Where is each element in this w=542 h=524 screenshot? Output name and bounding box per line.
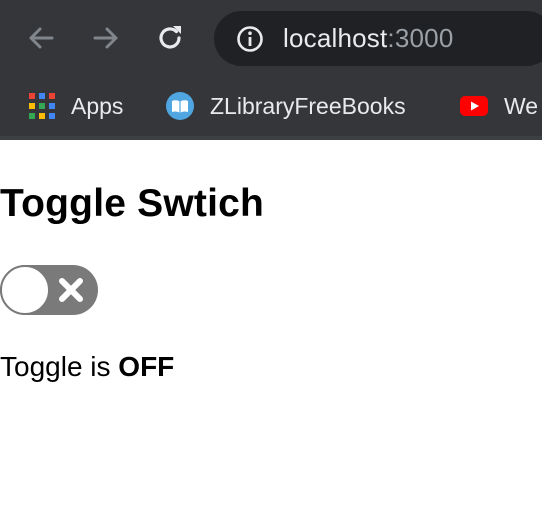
toggle-status: Toggle is OFF — [0, 351, 174, 383]
forward-button[interactable] — [88, 20, 124, 56]
toggle-knob — [0, 265, 50, 315]
apps-grid-icon — [29, 93, 55, 119]
page-title: Toggle Swtich — [0, 182, 265, 225]
bookmark-label: ZLibraryFreeBooks — [210, 92, 406, 119]
url-port: :3000 — [387, 23, 454, 53]
bookmark-youtube[interactable]: We — [460, 90, 538, 122]
status-value: OFF — [118, 351, 175, 382]
arrow-right-icon — [93, 27, 118, 49]
book-icon — [166, 92, 194, 120]
address-bar[interactable]: localhost:3000 — [214, 11, 542, 66]
reload-icon — [159, 26, 181, 49]
arrow-left-icon — [29, 27, 54, 49]
url-text[interactable]: localhost:3000 — [283, 23, 454, 53]
toggle-switch[interactable] — [0, 265, 98, 315]
page-content: Toggle Swtich Toggle is OFF — [0, 140, 542, 524]
status-prefix: Toggle is — [0, 351, 119, 382]
bookmarks-bar: Apps ZLibraryFreeBooks We — [0, 78, 542, 136]
url-host: localhost — [283, 23, 388, 53]
bookmark-label: We — [504, 92, 539, 119]
reload-button[interactable] — [152, 20, 188, 56]
close-x-icon — [59, 278, 83, 302]
bookmark-zlibrary[interactable]: ZLibraryFreeBooks — [166, 90, 406, 122]
back-button[interactable] — [23, 20, 59, 56]
bookmark-apps[interactable]: Apps — [29, 90, 123, 122]
browser-toolbar: localhost:3000 — [0, 0, 542, 78]
info-icon[interactable] — [236, 25, 264, 53]
bookmark-label: Apps — [71, 92, 124, 119]
browser-chrome: localhost:3000 Apps ZLibraryFreeBooks We — [0, 0, 542, 140]
youtube-icon — [460, 96, 488, 116]
